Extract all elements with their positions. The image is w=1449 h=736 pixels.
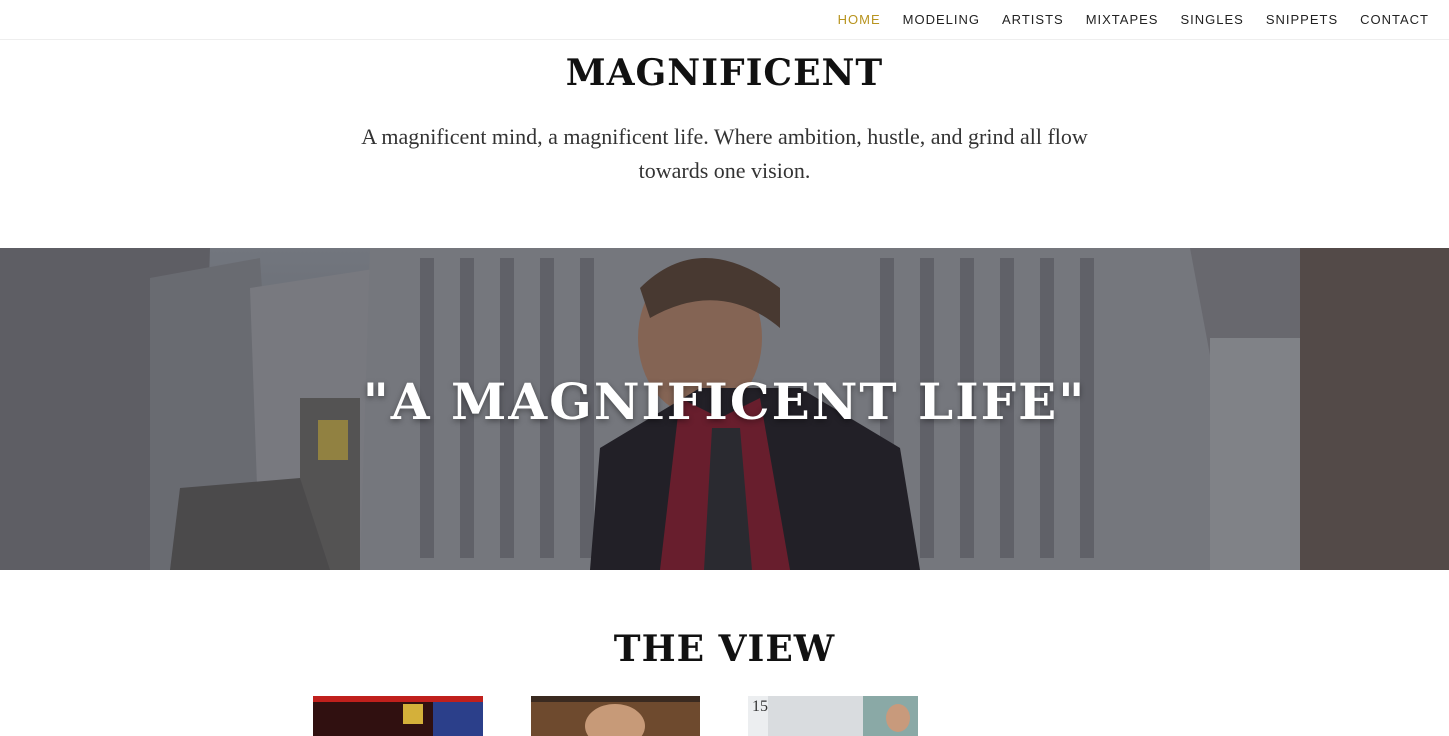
intro-section: MAGNIFICENT A magnificent mind, a magnif…	[0, 40, 1449, 248]
nav-singles[interactable]: SINGLES	[1180, 12, 1243, 27]
nav-contact[interactable]: CONTACT	[1360, 12, 1429, 27]
main-nav: HOME MODELING ARTISTS MIXTAPES SINGLES S…	[0, 0, 1449, 40]
nav-modeling[interactable]: MODELING	[903, 12, 980, 27]
nav-snippets[interactable]: SNIPPETS	[1266, 12, 1338, 27]
gallery-thumb-3-label: 15	[752, 698, 768, 715]
nav-mixtapes[interactable]: MIXTAPES	[1086, 12, 1159, 27]
nav-artists[interactable]: ARTISTS	[1002, 12, 1064, 27]
hero-quote: "A MAGNIFICENT LIFE"	[362, 372, 1087, 431]
nav-home[interactable]: HOME	[838, 12, 881, 27]
view-section: THE VIEW 15	[0, 570, 1449, 736]
tagline: A magnificent mind, a magnificent life. …	[361, 124, 1088, 183]
page-title: MAGNIFICENT	[565, 52, 884, 94]
gallery-thumb-3[interactable]: 15	[748, 696, 918, 736]
gallery-image-2	[531, 696, 700, 736]
gallery-thumb-2[interactable]	[531, 696, 700, 736]
gallery-image-3	[748, 696, 918, 736]
hero-banner: "A MAGNIFICENT LIFE"	[0, 248, 1449, 570]
gallery-image-1	[313, 696, 483, 736]
gallery-thumb-1[interactable]	[313, 696, 483, 736]
view-title: THE VIEW	[613, 628, 836, 670]
